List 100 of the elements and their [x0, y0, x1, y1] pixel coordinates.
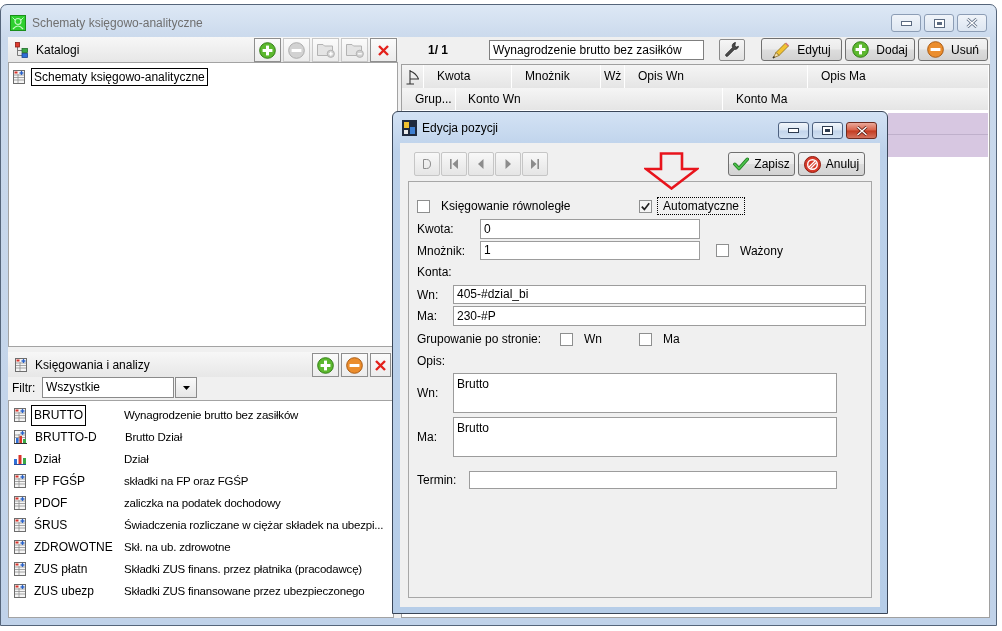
pencil-icon: [772, 40, 791, 59]
posting-description: Składki ZUS finansowane przez ubezpieczonego: [124, 585, 365, 597]
posting-description: składki na FP oraz FGŚP: [124, 475, 249, 487]
checkbox[interactable]: [639, 199, 652, 213]
record-name-field[interactable]: Wynagrodzenie brutto bez zasiłków: [489, 39, 704, 60]
checkmark-icon: [733, 157, 750, 171]
table-icon: [14, 584, 26, 598]
field-label: Mnożnik:: [417, 243, 466, 258]
tree-item[interactable]: Schematy księgowo-analityczne: [31, 68, 208, 86]
tools-button[interactable]: [719, 38, 745, 61]
checkbox[interactable]: [639, 332, 652, 346]
folder-plus-icon: [316, 42, 335, 58]
cancel-button[interactable]: Anuluj: [798, 152, 865, 176]
dropdown-button[interactable]: [175, 377, 197, 398]
posting-code[interactable]: ZUS ubezp: [31, 580, 98, 602]
table-icon: [14, 496, 26, 510]
posting-code[interactable]: BRUTTO-D: [32, 426, 100, 448]
text-area[interactable]: Brutto: [453, 417, 837, 457]
minus-icon: [288, 41, 305, 59]
checkbox[interactable]: [560, 332, 573, 346]
checkmark-icon: [641, 201, 650, 211]
delete-button[interactable]: [370, 353, 391, 377]
posting-description: Wynagrodzenie brutto bez zasiłków: [124, 409, 299, 421]
text-field[interactable]: 1: [480, 241, 700, 260]
window-title: Schematy księgowo-analityczne: [32, 15, 203, 30]
column-header: Grup...: [402, 88, 456, 110]
checkbox-label: Wn: [583, 331, 603, 348]
window-icon: [402, 119, 417, 136]
checkbox[interactable]: [716, 244, 729, 257]
minus-icon: [927, 41, 944, 58]
posting-code[interactable]: ZUS płatn: [31, 558, 91, 580]
add-button[interactable]: [254, 38, 281, 62]
field-label: Kwota:: [417, 222, 454, 236]
edit-button[interactable]: Edytuj: [761, 38, 842, 61]
posting-code[interactable]: BRUTTO: [31, 404, 87, 426]
posting-description: Świadczenia rozliczane w ciężar składek na ubezpi...: [124, 519, 384, 531]
filter-combobox[interactable]: Wszystkie: [42, 377, 174, 398]
posting-description: Brutto Dział: [125, 431, 183, 443]
posting-code[interactable]: ŚRUS: [31, 514, 71, 536]
column-header: Konto Ma: [723, 88, 989, 110]
filter-label: Filtr:: [12, 380, 36, 395]
close-icon: [966, 18, 978, 28]
minimize-icon: [788, 128, 799, 133]
maximize-button[interactable]: [924, 14, 954, 32]
checkbox[interactable]: [417, 199, 430, 213]
hierarchy-icon: [15, 41, 28, 58]
maximize-icon: [933, 18, 945, 28]
column-header: Konto Wn: [456, 88, 723, 110]
save-button[interactable]: Zapisz: [728, 152, 795, 176]
delete-button[interactable]: [370, 38, 397, 62]
arrow-down-icon: [644, 152, 699, 190]
text-field[interactable]: 230-#P: [453, 306, 866, 326]
table-icon: [15, 357, 27, 372]
skip-back-icon: [449, 159, 459, 169]
remove-button[interactable]: Usuń: [918, 38, 988, 61]
prohibited-icon: [803, 155, 821, 173]
table-icon: [14, 474, 26, 488]
panel-title: Katalogi: [36, 42, 80, 57]
posting-code[interactable]: PDOF: [31, 492, 71, 514]
posting-code[interactable]: ZDROWOTNE: [31, 536, 116, 558]
minimize-button[interactable]: [778, 122, 809, 139]
posting-description: Składki ZUS finans. przez płatnika (pracodawcę): [124, 563, 362, 575]
posting-description: Dział: [124, 453, 149, 465]
posting-description: zaliczka na podatek dochodowy: [124, 497, 281, 509]
text-area[interactable]: Brutto: [453, 373, 837, 413]
minimize-button[interactable]: [891, 14, 921, 32]
checkbox-label: Ważony: [739, 242, 784, 260]
add-button[interactable]: [312, 353, 339, 377]
checkbox-label: Automatyczne: [657, 197, 746, 215]
wrench-icon: [725, 42, 739, 57]
posting-code[interactable]: FP FGŚP: [31, 470, 89, 492]
plus-icon: [259, 41, 276, 59]
panel-title: Księgowania i analizy: [35, 357, 150, 372]
minimize-icon: [900, 20, 912, 26]
close-button[interactable]: [846, 122, 877, 139]
text-field[interactable]: [469, 471, 837, 489]
field-label: Grupowanie po stronie:: [417, 332, 542, 346]
posting-code[interactable]: Dział: [31, 448, 64, 470]
field-label: Wn:: [417, 386, 439, 400]
field-label: Opis:: [417, 354, 445, 368]
table-icon: [13, 70, 25, 84]
text-field[interactable]: 405-#dzial_bi: [453, 285, 866, 304]
text-field[interactable]: 0: [480, 219, 700, 239]
bar-chart-icon: [14, 453, 26, 465]
maximize-button[interactable]: [812, 122, 843, 139]
table-icon: [14, 562, 26, 576]
minus-icon: [346, 356, 363, 374]
field-label: Ma:: [417, 430, 437, 444]
checkbox-label: Księgowanie równoległe: [440, 198, 572, 215]
field-label: Konta:: [417, 265, 452, 279]
remove-button[interactable]: [341, 353, 368, 377]
record-position: 1/ 1: [428, 42, 448, 57]
close-icon: [855, 125, 868, 136]
field-label: Ma:: [417, 309, 437, 323]
caret-down-icon: [182, 385, 190, 390]
field-label: Termin:: [417, 473, 457, 487]
add-button[interactable]: Dodaj: [845, 38, 915, 61]
field-label: Wn:: [417, 287, 439, 302]
checkbox-label: Ma: [662, 331, 681, 348]
table-icon: [14, 540, 26, 554]
